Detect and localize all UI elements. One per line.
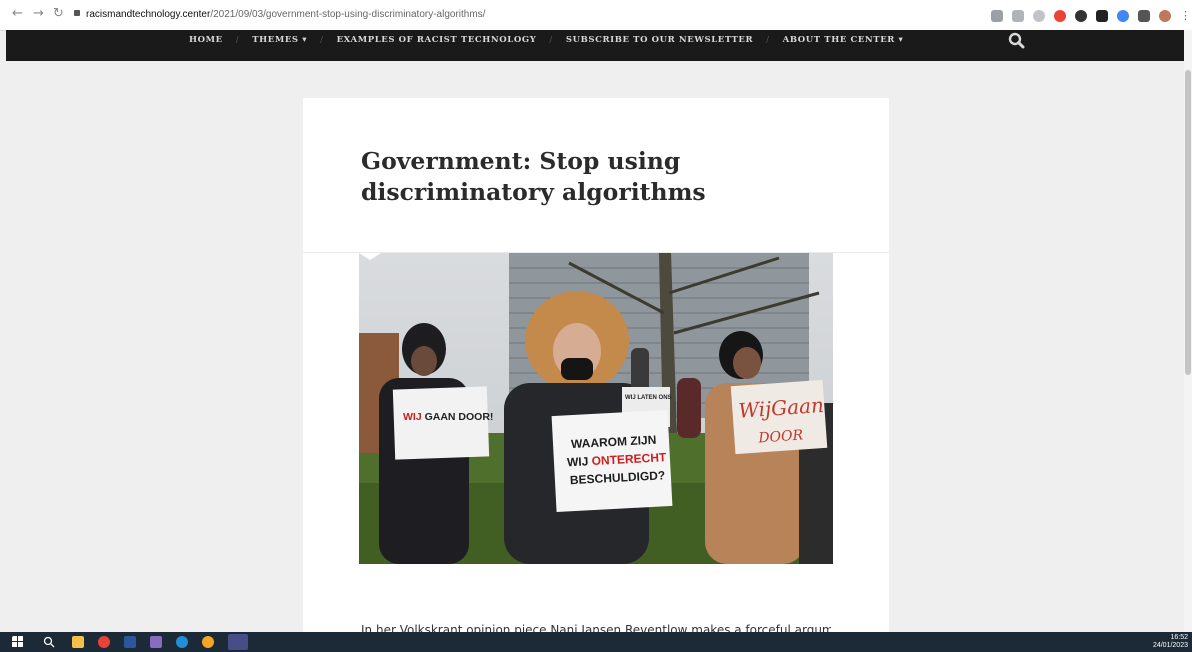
taskbar: 16:52 24/01/2023: [0, 632, 1192, 652]
nav-item-home[interactable]: HOME: [178, 35, 234, 45]
url-host: racismandtechnology.center: [86, 9, 211, 20]
kebab-menu-icon[interactable]: ⋮: [1180, 10, 1191, 22]
browser-toolbar: ← → ↻ racismandtechnology.center/2021/09…: [0, 0, 1192, 31]
paint-icon[interactable]: [150, 636, 162, 648]
clock-date: 24/01/2023: [1152, 642, 1188, 649]
nav-separator: /: [320, 35, 324, 45]
scrollbar-thumb[interactable]: [1185, 70, 1191, 375]
sign-text-1: WIJ GAAN DOOR!: [403, 411, 493, 423]
avatar[interactable]: [1159, 10, 1171, 22]
url-path: /2021/09/03/government-stop-using-discri…: [210, 9, 486, 20]
article-card: Government: Stop using discriminatory al…: [303, 98, 889, 635]
chrome-icon[interactable]: [98, 636, 110, 648]
nav-item-about[interactable]: ABOUT THE CENTER ▾: [772, 35, 915, 45]
file-explorer-icon[interactable]: [72, 636, 84, 648]
clock-time: 16:52: [1170, 634, 1188, 641]
back-arrow-icon[interactable]: ←: [12, 6, 23, 21]
extension-blue-icon[interactable]: [1117, 10, 1129, 22]
browser-app-icon[interactable]: [202, 636, 214, 648]
lock-icon: [74, 10, 80, 17]
nav-separator: /: [235, 35, 240, 45]
sign-text-4: WIJ LATEN ONS: [625, 395, 672, 401]
address-bar[interactable]: racismandtechnology.center/2021/09/03/go…: [74, 6, 604, 24]
sign-text-3-line2: DOOR: [757, 427, 804, 446]
search-icon[interactable]: [1008, 32, 1026, 50]
forward-arrow-icon[interactable]: →: [33, 6, 44, 21]
extension-icons: ⋮: [991, 8, 1191, 24]
edge-icon[interactable]: [176, 636, 188, 648]
extension-dark-icon[interactable]: [1075, 10, 1087, 22]
site-navigation: HOME / THEMES ▾ / EXAMPLES OF RACIST TEC…: [6, 30, 1186, 61]
word-icon[interactable]: [124, 636, 136, 648]
article-title: Government: Stop using discriminatory al…: [361, 147, 706, 206]
nav-item-examples[interactable]: EXAMPLES OF RACIST TECHNOLOGY: [326, 35, 548, 45]
bookmark-star-icon[interactable]: [1033, 10, 1045, 22]
nav-separator: /: [549, 35, 553, 45]
nav-separator: /: [766, 35, 770, 45]
featured-image: WIJ GAAN DOOR! WIJ LATEN ONS WAAROM ZIJN…: [359, 253, 833, 564]
taskbar-search-icon[interactable]: [43, 636, 55, 648]
translate-icon[interactable]: [991, 10, 1003, 22]
nav-menu: HOME / THEMES ▾ / EXAMPLES OF RACIST TEC…: [178, 30, 914, 50]
share-icon[interactable]: [1012, 10, 1024, 22]
nav-item-themes[interactable]: THEMES ▾: [241, 35, 318, 45]
extension-color-icon[interactable]: [1054, 10, 1066, 22]
extension-square-icon[interactable]: [1096, 10, 1108, 22]
page-scrollbar[interactable]: [1184, 30, 1192, 632]
taskbar-clock[interactable]: 16:52 24/01/2023: [1153, 634, 1188, 650]
puzzle-icon[interactable]: [1138, 10, 1150, 22]
reload-icon[interactable]: ↻: [53, 6, 64, 21]
windows-start-icon[interactable]: [12, 636, 24, 648]
teams-icon[interactable]: [228, 634, 248, 650]
nav-item-newsletter[interactable]: SUBSCRIBE TO OUR NEWSLETTER: [555, 35, 764, 45]
